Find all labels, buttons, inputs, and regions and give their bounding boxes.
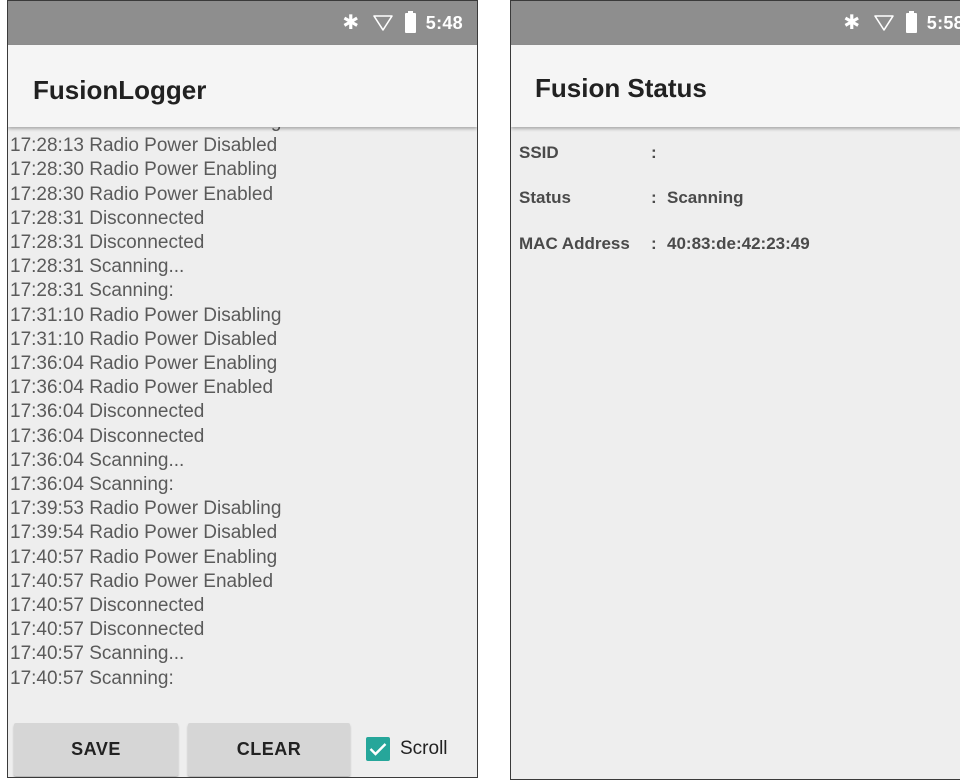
status-time: 5:58 <box>926 12 960 33</box>
app-bar: FusionLogger <box>8 45 477 127</box>
battery-icon <box>404 11 416 33</box>
battery-icon <box>905 11 917 33</box>
log-line: 17:40:57 Scanning... <box>10 643 185 665</box>
log-list[interactable]: 17:28:13 Radio Power Disabling 17:28:13 … <box>8 115 477 695</box>
save-button[interactable]: SAVE <box>14 723 178 776</box>
fusionlogger-screen: ✱ 5:48 FusionLogger 17:28:13 Radio Power… <box>7 0 478 778</box>
log-line: 17:28:31 Scanning... <box>10 256 185 278</box>
log-line: 17:36:04 Scanning... <box>10 449 185 471</box>
log-line: 17:40:57 Radio Power Enabled <box>10 570 274 592</box>
scroll-toggle[interactable]: Scroll <box>366 737 448 761</box>
mac-address-value: 40:83:de:42:23:49 <box>667 234 810 253</box>
status-row: Status : Scanning <box>511 188 960 216</box>
log-line: 17:28:13 Radio Power Disabled <box>10 135 278 157</box>
log-line: 17:28:31 Disconnected <box>10 207 205 229</box>
clear-button[interactable]: CLEAR <box>188 723 350 776</box>
log-line: 17:40:57 Scanning: <box>10 667 174 689</box>
fusion-status-screen: ✱ 5:58 Fusion Status SSID : Status : Sca… <box>510 0 960 780</box>
log-line: 17:36:04 Disconnected <box>10 401 205 423</box>
log-line: 17:39:53 Radio Power Disabling <box>10 498 282 520</box>
status-value: Scanning <box>667 188 744 207</box>
ssid-row: SSID : <box>511 143 960 171</box>
checkmark-icon <box>369 743 387 756</box>
log-line: 17:36:04 Disconnected <box>10 425 205 447</box>
bluetooth-icon: ✱ <box>342 12 360 34</box>
status-label: Status <box>519 188 571 207</box>
status-bar: ✱ 5:58 <box>511 1 960 45</box>
log-line: 17:39:54 Radio Power Disabled <box>10 522 278 544</box>
log-line: 17:31:10 Radio Power Disabling <box>10 304 282 326</box>
status-bar: ✱ 5:48 <box>8 1 477 45</box>
log-line: 17:36:04 Scanning: <box>10 474 174 496</box>
status-icons: ✱ 5:58 <box>842 1 960 45</box>
log-line: 17:40:57 Radio Power Enabling <box>10 546 278 568</box>
log-line: 17:40:57 Disconnected <box>10 619 205 641</box>
log-line: 17:28:30 Radio Power Enabling <box>10 159 278 181</box>
wifi-icon <box>873 14 894 32</box>
app-bar: Fusion Status <box>511 45 960 127</box>
log-line: 17:40:57 Disconnected <box>10 595 205 617</box>
mac-address-row: MAC Address : 40:83:de:42:23:49 <box>511 234 960 262</box>
ssid-separator: : <box>651 143 657 162</box>
log-line: 17:28:31 Scanning: <box>10 280 174 302</box>
log-line: 17:28:31 Disconnected <box>10 232 205 254</box>
app-title: FusionLogger <box>33 75 207 105</box>
bluetooth-icon: ✱ <box>843 12 861 34</box>
status-time: 5:48 <box>425 12 463 33</box>
wifi-icon <box>372 14 393 32</box>
log-line: 17:36:04 Radio Power Enabled <box>10 377 274 399</box>
mac-address-separator: : <box>651 234 657 253</box>
scroll-checkbox[interactable] <box>366 737 390 761</box>
mac-address-label: MAC Address <box>519 234 630 253</box>
log-line: 17:31:10 Radio Power Disabled <box>10 328 278 350</box>
action-bar: SAVE CLEAR Scroll <box>8 723 477 777</box>
status-icons: ✱ 5:48 <box>341 1 463 45</box>
app-title: Fusion Status <box>535 73 707 103</box>
ssid-label: SSID <box>519 143 559 162</box>
log-line: 17:36:04 Radio Power Enabling <box>10 353 278 375</box>
scroll-label: Scroll <box>400 738 448 759</box>
status-separator: : <box>651 188 657 207</box>
log-line: 17:28:30 Radio Power Enabled <box>10 183 274 205</box>
